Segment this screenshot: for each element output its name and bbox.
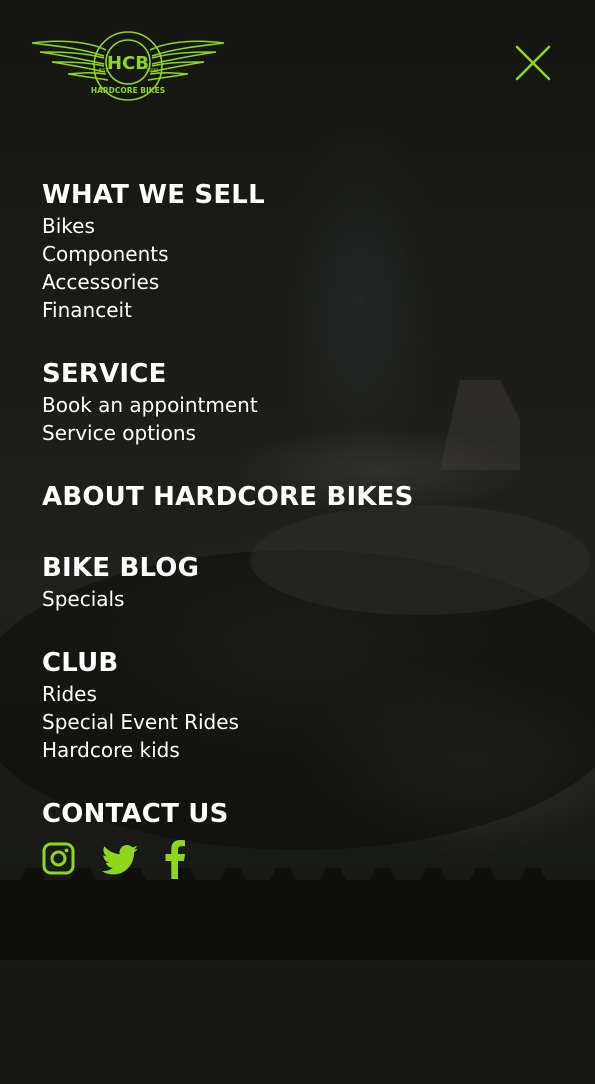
menu-section-club: CLUB Rides Special Event Rides Hardcore … bbox=[42, 646, 562, 764]
logo-wordmark: HARDCORE BIKES bbox=[91, 86, 165, 95]
menu-heading-about[interactable]: ABOUT HARDCORE BIKES bbox=[42, 480, 562, 514]
menu-section-service: SERVICE Book an appointment Service opti… bbox=[42, 357, 562, 447]
menu-item-service-options[interactable]: Service options bbox=[42, 419, 562, 447]
menu-heading-bike-blog[interactable]: BIKE BLOG bbox=[42, 551, 562, 585]
menu-item-hardcore-kids[interactable]: Hardcore kids bbox=[42, 736, 562, 764]
instagram-icon[interactable] bbox=[42, 841, 76, 877]
hardcore-bikes-logo[interactable]: HCB EST. 1999 HARDCORE BIKES bbox=[30, 30, 226, 106]
menu-heading-club[interactable]: CLUB bbox=[42, 646, 562, 680]
menu-item-financeit[interactable]: Financeit bbox=[42, 296, 562, 324]
main-menu: WHAT WE SELL Bikes Components Accessorie… bbox=[42, 178, 562, 879]
menu-spacer bbox=[42, 514, 562, 551]
menu-item-rides[interactable]: Rides bbox=[42, 680, 562, 708]
menu-section-what-we-sell: WHAT WE SELL Bikes Components Accessorie… bbox=[42, 178, 562, 324]
menu-spacer bbox=[42, 324, 562, 357]
menu-section-bike-blog: BIKE BLOG Specials bbox=[42, 551, 562, 613]
menu-item-specials[interactable]: Specials bbox=[42, 585, 562, 613]
logo-monogram: HCB bbox=[107, 53, 149, 74]
close-icon[interactable] bbox=[512, 42, 554, 84]
logo-year-label: 1999 bbox=[146, 68, 159, 74]
menu-spacer bbox=[42, 764, 562, 797]
menu-heading-contact-us[interactable]: CONTACT US bbox=[42, 797, 562, 831]
menu-item-bikes[interactable]: Bikes bbox=[42, 212, 562, 240]
menu-spacer bbox=[42, 613, 562, 646]
twitter-icon[interactable] bbox=[100, 841, 140, 877]
menu-heading-what-we-sell[interactable]: WHAT WE SELL bbox=[42, 178, 562, 212]
facebook-icon[interactable] bbox=[164, 839, 186, 879]
menu-section-contact: CONTACT US bbox=[42, 797, 562, 879]
social-links bbox=[42, 839, 562, 879]
menu-item-accessories[interactable]: Accessories bbox=[42, 268, 562, 296]
menu-section-about: ABOUT HARDCORE BIKES bbox=[42, 480, 562, 514]
menu-item-special-event-rides[interactable]: Special Event Rides bbox=[42, 708, 562, 736]
menu-item-book-appointment[interactable]: Book an appointment bbox=[42, 391, 562, 419]
menu-heading-service[interactable]: SERVICE bbox=[42, 357, 562, 391]
menu-spacer bbox=[42, 447, 562, 480]
logo-est-label: EST. bbox=[99, 68, 110, 74]
menu-item-components[interactable]: Components bbox=[42, 240, 562, 268]
